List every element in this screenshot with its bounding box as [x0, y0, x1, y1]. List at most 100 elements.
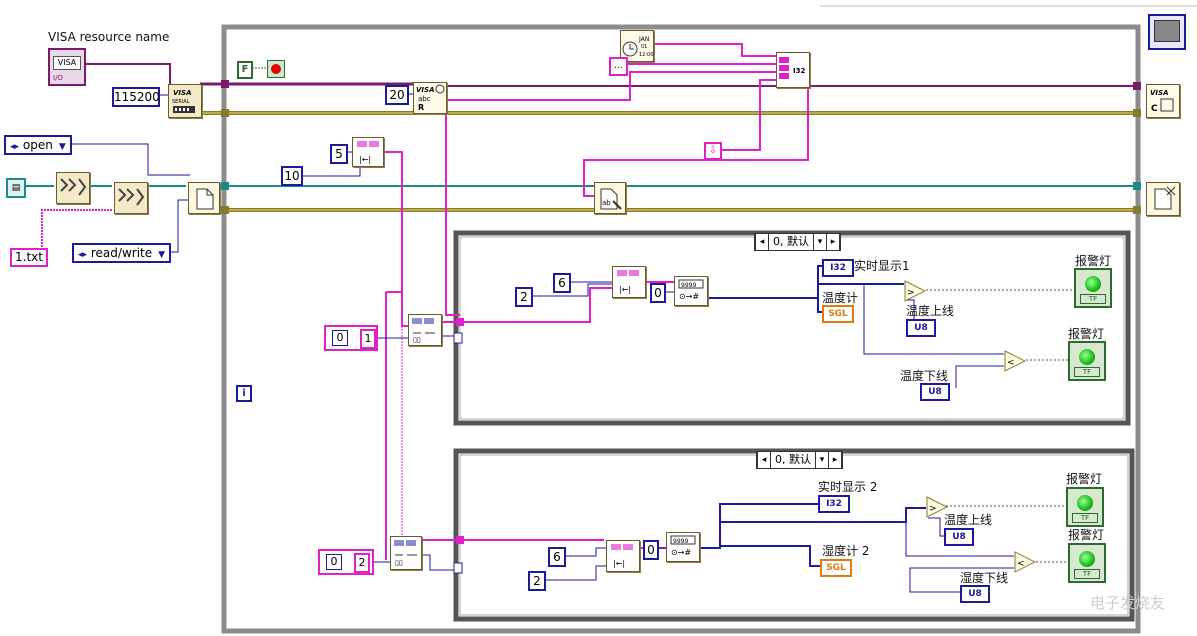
build-path-icon-1[interactable]	[56, 172, 90, 204]
case1-substring-icon[interactable]: |←|	[612, 266, 646, 298]
case2-constant-2[interactable]: 2	[528, 571, 546, 591]
svg-text:VISA: VISA	[173, 89, 191, 97]
humidity-meter-2-label: 湿度计 2	[822, 544, 870, 558]
index-array-icon-2[interactable]: ▯▯	[390, 536, 422, 570]
open-ring-text: open	[22, 138, 53, 152]
stop-terminal-icon[interactable]	[267, 60, 285, 78]
write-text-file-icon[interactable]: ab	[594, 182, 626, 214]
array-constant-1[interactable]: 0 1	[324, 325, 378, 351]
index-array-icon-1[interactable]: ▯▯	[408, 314, 442, 346]
svg-text:abc: abc	[418, 95, 431, 103]
case2-decimal-string-to-number-icon[interactable]: 9999 ⊙→#	[666, 532, 700, 562]
file-path-constant-icon[interactable]: ▤	[6, 178, 26, 198]
temperature-meter-label: 温度计	[822, 291, 859, 305]
svg-text:9999: 9999	[681, 282, 696, 289]
baud-rate-constant[interactable]: 115200	[112, 87, 160, 107]
case2-prev-arrow[interactable]: ◂	[757, 452, 771, 468]
alarm-light-4-indicator: TF	[1068, 543, 1106, 583]
case2-selector-text: 0, 默认	[775, 453, 811, 466]
case1-dropdown-arrow[interactable]: ▾	[813, 234, 826, 250]
constant-10[interactable]: 10	[281, 166, 303, 186]
constant-5[interactable]: 5	[330, 144, 348, 164]
false-constant[interactable]: F	[237, 61, 253, 79]
readwrite-ring-text: read/write	[90, 246, 153, 260]
open-file-icon[interactable]	[188, 182, 220, 214]
alarm-light-2-label: 报警灯	[1068, 327, 1105, 341]
hum-upper-label: 温度上线	[944, 513, 993, 527]
build-path-icon-2[interactable]	[114, 182, 148, 214]
substring-icon[interactable]: |←|	[352, 137, 384, 167]
svg-text:<: <	[1017, 559, 1025, 569]
visa-text: VISA	[53, 56, 81, 70]
svg-text:|←|: |←|	[613, 559, 625, 568]
svg-text:⊙→#: ⊙→#	[671, 548, 691, 557]
case1-decimal-string-to-number-icon[interactable]: 9999 ⊙→#	[674, 276, 708, 306]
hum-lower-label: 湿度下线	[960, 571, 1009, 585]
visa-configure-serial-icon[interactable]: VISA SERIAL	[168, 84, 202, 118]
down-arrow-string-constant[interactable]: ⇩	[704, 142, 722, 160]
svg-text:I32: I32	[793, 67, 805, 75]
humidity-meter-2-terminal: SGL	[820, 559, 852, 577]
case-structure-1-frame	[453, 230, 1131, 426]
temp-upper-label: 温度上线	[906, 304, 955, 318]
svg-text:>: >	[929, 504, 937, 514]
svg-text:▯▯: ▯▯	[395, 559, 403, 567]
greater-compare-1[interactable]: >	[904, 280, 926, 302]
temperature-meter-terminal: SGL	[822, 305, 854, 323]
case-selector-1[interactable]: ◂ 0, 默认 ▾ ▸	[754, 233, 841, 251]
svg-text:JAN: JAN	[638, 36, 649, 43]
array-constant-2[interactable]: 0 2	[318, 549, 374, 575]
svg-text:R: R	[418, 103, 424, 112]
svg-text:⊙→#: ⊙→#	[679, 292, 699, 301]
realtime-display-2-label: 实时显示 2	[818, 480, 878, 494]
open-ring-constant[interactable]: ◂▸ open ▼	[4, 135, 72, 155]
hum-lower-terminal: U8	[960, 585, 990, 603]
less-compare-1[interactable]: <	[1004, 350, 1026, 372]
read-write-ring-constant[interactable]: ◂▸ read/write ▼	[72, 243, 172, 263]
svg-text:12:00: 12:00	[639, 52, 653, 58]
case2-substring-icon[interactable]: |←|	[606, 540, 640, 572]
svg-text:ab: ab	[602, 199, 611, 207]
alarm-light-3-label: 报警灯	[1066, 472, 1103, 486]
case2-dropdown-arrow[interactable]: ▾	[815, 452, 828, 468]
visa-resource-name-label: VISA resource name	[48, 30, 170, 44]
case2-constant-6[interactable]: 6	[548, 547, 566, 567]
less-compare-2[interactable]: <	[1014, 551, 1036, 573]
alarm-light-4-label: 报警灯	[1068, 528, 1105, 542]
iteration-terminal: i	[236, 385, 252, 402]
svg-text:VISA: VISA	[416, 86, 434, 94]
svg-text:|←|: |←|	[359, 155, 371, 164]
alarm-light-3-indicator: TF	[1066, 487, 1104, 527]
array-index-2: 0	[326, 554, 342, 570]
close-file-icon[interactable]	[1146, 182, 1180, 216]
labview-block-diagram: { "labels": { "visa_resource_name": "VIS…	[0, 0, 1197, 636]
svg-text:9999: 9999	[673, 538, 688, 545]
visa-read-icon[interactable]: VISA abc R	[413, 82, 447, 114]
empty-string-constant[interactable]: ...	[609, 57, 628, 76]
case1-prev-arrow[interactable]: ◂	[755, 234, 769, 250]
svg-text:SERIAL: SERIAL	[172, 99, 190, 105]
case-selector-2[interactable]: ◂ 0, 默认 ▾ ▸	[756, 451, 843, 469]
case1-selector-text: 0, 默认	[773, 235, 809, 248]
svg-text:01: 01	[641, 44, 647, 50]
case-structure-2-frame	[453, 448, 1135, 622]
alarm-light-1-label: 报警灯	[1075, 254, 1112, 268]
watermark: 电子发烧友	[1090, 594, 1166, 612]
filename-string-constant[interactable]: 1.txt	[10, 248, 48, 267]
svg-text:|←|: |←|	[619, 285, 631, 294]
visa-close-icon[interactable]: VISA C	[1146, 84, 1180, 118]
case2-next-arrow[interactable]: ▸	[828, 452, 842, 468]
case1-constant-6[interactable]: 6	[553, 273, 571, 293]
case2-constant-0[interactable]: 0	[643, 540, 659, 560]
temp-lower-label: 温度下线	[900, 369, 949, 383]
bytes-to-read-constant[interactable]: 20	[385, 85, 409, 105]
svg-text:C: C	[1151, 104, 1158, 114]
case1-constant-0[interactable]: 0	[650, 283, 666, 303]
case1-constant-2[interactable]: 2	[515, 287, 533, 307]
case1-next-arrow[interactable]: ▸	[826, 234, 840, 250]
visa-resource-control[interactable]: VISA I/O	[48, 48, 86, 86]
alarm-light-1-indicator: TF	[1074, 268, 1112, 308]
temp-lower-terminal: U8	[920, 383, 950, 401]
front-panel-window-icon[interactable]	[1148, 14, 1186, 50]
build-array-icon[interactable]: I32	[776, 52, 810, 88]
